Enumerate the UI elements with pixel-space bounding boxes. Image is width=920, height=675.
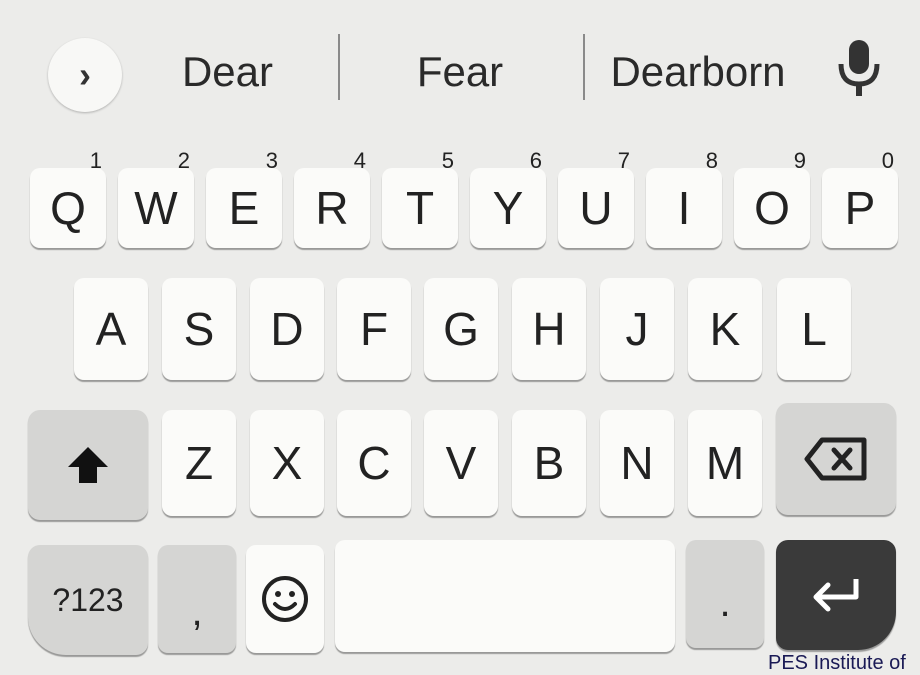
key-b[interactable]: B xyxy=(512,410,586,516)
key-l[interactable]: L xyxy=(777,278,851,380)
key-n[interactable]: N xyxy=(600,410,674,516)
key-label: R xyxy=(315,182,349,234)
enter-key[interactable] xyxy=(776,540,896,650)
key-q[interactable]: Q1 xyxy=(30,148,106,248)
smiley-icon xyxy=(262,576,308,622)
key-hint: 8 xyxy=(705,148,718,173)
key-hint: 6 xyxy=(529,148,542,173)
key-hint: 2 xyxy=(177,148,190,173)
key-hint: 0 xyxy=(881,148,894,173)
key-label: O xyxy=(754,182,790,234)
backspace-icon xyxy=(804,437,867,481)
key-u[interactable]: U7 xyxy=(558,148,634,248)
key-k[interactable]: K xyxy=(688,278,762,380)
key-v[interactable]: V xyxy=(424,410,498,516)
expand-toolbar-button[interactable]: › xyxy=(48,38,122,112)
key-x[interactable]: X xyxy=(250,410,324,516)
key-w[interactable]: W2 xyxy=(118,148,194,248)
key-h[interactable]: H xyxy=(512,278,586,380)
key-y[interactable]: Y6 xyxy=(470,148,546,248)
shift-key[interactable] xyxy=(28,410,148,520)
key-hint: 7 xyxy=(617,148,630,173)
key-a[interactable]: A xyxy=(74,278,148,380)
key-e[interactable]: E3 xyxy=(206,148,282,248)
key-d[interactable]: D xyxy=(250,278,324,380)
symbols-key[interactable]: ?123 xyxy=(28,545,148,655)
suggestion-3[interactable]: Dearborn xyxy=(598,40,798,104)
suggestion-divider xyxy=(583,34,585,100)
emoji-key[interactable] xyxy=(246,545,324,653)
key-hint: 9 xyxy=(793,148,806,173)
period-key[interactable]: . xyxy=(686,540,764,648)
key-i[interactable]: I8 xyxy=(646,148,722,248)
comma-key[interactable]: , xyxy=(158,545,236,653)
key-g[interactable]: G xyxy=(424,278,498,380)
key-j[interactable]: J xyxy=(600,278,674,380)
key-s[interactable]: S xyxy=(162,278,236,380)
key-m[interactable]: M xyxy=(688,410,762,516)
key-f[interactable]: F xyxy=(337,278,411,380)
enter-arrow-icon xyxy=(813,579,859,612)
key-label: T xyxy=(405,182,435,234)
key-r[interactable]: R4 xyxy=(294,148,370,248)
watermark-text: PES Institute of xyxy=(768,652,906,674)
backspace-key[interactable] xyxy=(776,403,896,515)
key-label: U xyxy=(579,182,613,234)
key-hint: 1 xyxy=(89,148,102,173)
shift-arrow-icon xyxy=(68,447,108,483)
microphone-icon[interactable] xyxy=(836,38,882,98)
key-c[interactable]: C xyxy=(337,410,411,516)
suggestion-bar: › Dear Fear Dearborn xyxy=(0,0,920,135)
suggestion-2[interactable]: Fear xyxy=(360,40,560,104)
key-o[interactable]: O9 xyxy=(734,148,810,248)
key-label: Q xyxy=(50,182,86,234)
key-hint: 5 xyxy=(441,148,454,173)
key-label: P xyxy=(844,182,876,234)
key-t[interactable]: T5 xyxy=(382,148,458,248)
key-label: I xyxy=(677,182,691,234)
key-label: E xyxy=(228,182,260,234)
space-bar[interactable] xyxy=(335,540,675,652)
key-hint: 4 xyxy=(353,148,366,173)
key-hint: 3 xyxy=(265,148,278,173)
key-z[interactable]: Z xyxy=(162,410,236,516)
suggestion-divider xyxy=(338,34,340,100)
key-p[interactable]: P0 xyxy=(822,148,898,248)
key-label: W xyxy=(134,182,178,234)
chevron-right-icon: › xyxy=(79,54,91,95)
suggestion-1[interactable]: Dear xyxy=(150,40,305,104)
key-label: Y xyxy=(492,182,524,234)
